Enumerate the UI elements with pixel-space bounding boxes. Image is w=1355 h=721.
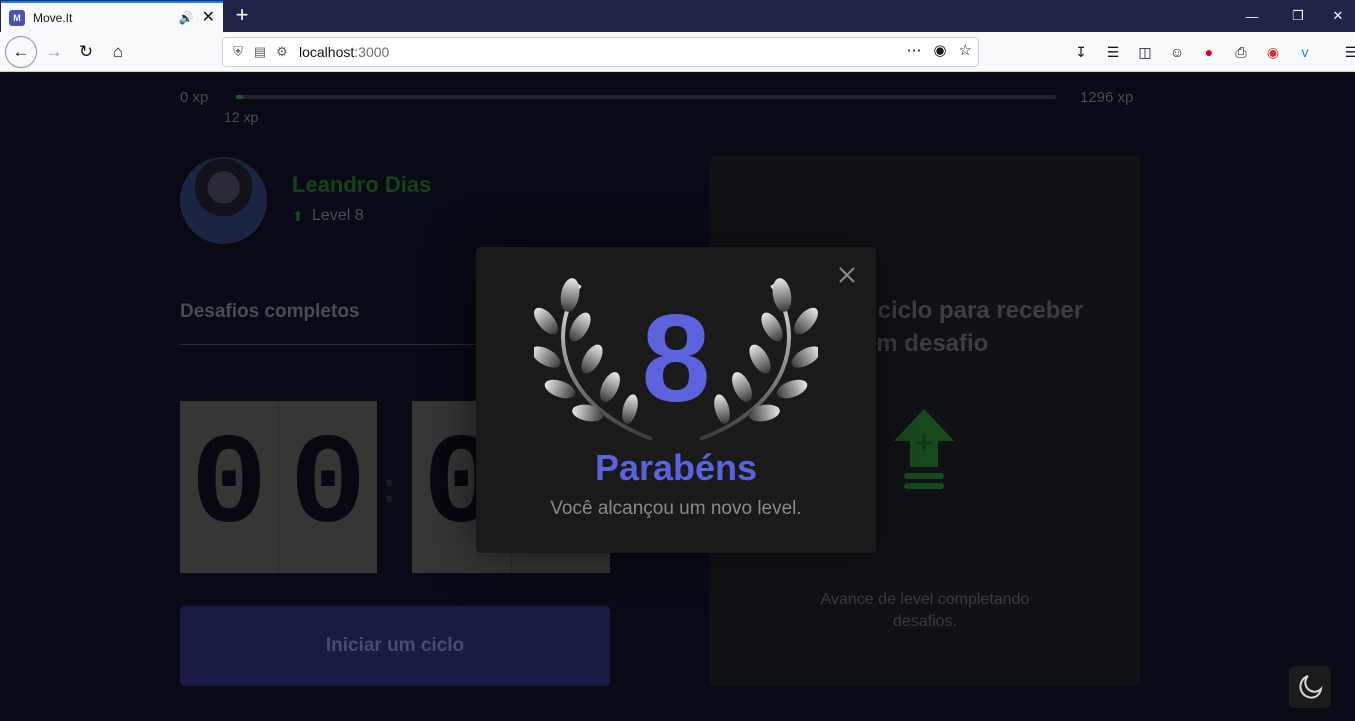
url-host: localhost	[299, 44, 355, 60]
user-level: ⬆ Level 8	[292, 207, 364, 225]
url-text[interactable]: localhost:3000	[299, 44, 389, 60]
level-up-icon	[894, 409, 954, 489]
bookmark-star-icon[interactable]: ☆	[959, 41, 972, 59]
browser-tab[interactable]: M Move.It 🔊 ✕	[1, 1, 223, 32]
xp-progress-fill	[236, 95, 244, 99]
user-name: Leandro Dias	[292, 172, 432, 197]
user-level-label: Level 8	[312, 207, 364, 224]
modal-title: Parabéns	[594, 447, 758, 488]
home-icon[interactable]: ⌂	[103, 37, 133, 67]
speaker-icon[interactable]: 🔊	[179, 11, 194, 25]
xp-end-label: 1296 xp	[1080, 89, 1134, 106]
window-close-icon[interactable]: ✕	[1315, 0, 1355, 32]
minimize-icon[interactable]: —	[1229, 0, 1275, 32]
countdown-minutes: 0 0	[180, 401, 377, 573]
modal-close-button[interactable]	[835, 263, 859, 287]
new-tab-plus-icon[interactable]: +	[231, 4, 253, 26]
xp-current-label: 12 xp	[224, 109, 259, 125]
browser-tab-bar: M Move.It 🔊 ✕ + — ❐ ✕	[0, 0, 1355, 32]
countdown-digit: 0	[190, 414, 268, 560]
sidebar-icon[interactable]: ◫	[1134, 41, 1156, 63]
shield-icon[interactable]: ⛨	[231, 44, 245, 60]
url-port: :3000	[354, 44, 390, 60]
challenge-box-description: Avance de level completando desafios.	[820, 591, 1030, 630]
moon-icon	[1299, 675, 1323, 699]
page-actions-icon[interactable]: ⋯	[906, 41, 921, 59]
start-cycle-button[interactable]: Iniciar um ciclo	[180, 606, 610, 686]
level-up-arrow-icon: ⬆	[292, 208, 304, 224]
reload-icon[interactable]: ↻	[71, 37, 101, 67]
account-icon[interactable]: ☺	[1166, 41, 1188, 63]
tab-close-icon[interactable]: ✕	[202, 9, 215, 26]
tab-title: Move.It	[33, 10, 73, 25]
browser-nav-bar: ← → ↻ ⌂ ⛨ ▤ ⚙ localhost:3000 ⋯ ◉ ☆ ↧ ☰ ◫…	[0, 32, 1355, 72]
download-icon[interactable]: ↧	[1070, 41, 1092, 63]
address-bar[interactable]: ⛨ ▤ ⚙ localhost:3000 ⋯ ◉ ☆	[222, 37, 979, 67]
page-info-icon[interactable]: ▤	[253, 44, 267, 60]
permissions-icon[interactable]: ⚙	[275, 44, 289, 60]
close-icon	[839, 267, 855, 283]
print-icon[interactable]: ⎙	[1230, 41, 1252, 63]
menu-icon[interactable]: ☰	[1340, 41, 1355, 63]
color-picker-extension-icon[interactable]: ◉	[1262, 41, 1284, 63]
new-level-number: 8	[641, 290, 711, 428]
back-arrow-icon[interactable]: ←	[5, 36, 37, 68]
level-up-modal: 8 Parabéns Você alcançou um novo level.	[476, 247, 876, 553]
xp-start-label: 0 xp	[180, 89, 209, 106]
avatar	[180, 157, 267, 244]
completed-challenges-label: Desafios completos	[180, 301, 360, 322]
vimeo-extension-icon[interactable]: v	[1294, 41, 1316, 63]
pocket-icon[interactable]: ◉	[933, 41, 946, 59]
xp-progress-bar	[236, 95, 1056, 99]
countdown-digit: 0	[278, 401, 377, 573]
opera-extension-icon[interactable]: ●	[1198, 41, 1220, 63]
forward-arrow-icon[interactable]: →	[39, 37, 69, 67]
modal-text: Você alcançou um novo level.	[550, 498, 802, 519]
theme-toggle-button[interactable]	[1289, 666, 1331, 708]
countdown-separator: :	[382, 463, 397, 512]
library-icon[interactable]: ☰	[1102, 41, 1124, 63]
app-favicon-icon: M	[9, 9, 25, 26]
